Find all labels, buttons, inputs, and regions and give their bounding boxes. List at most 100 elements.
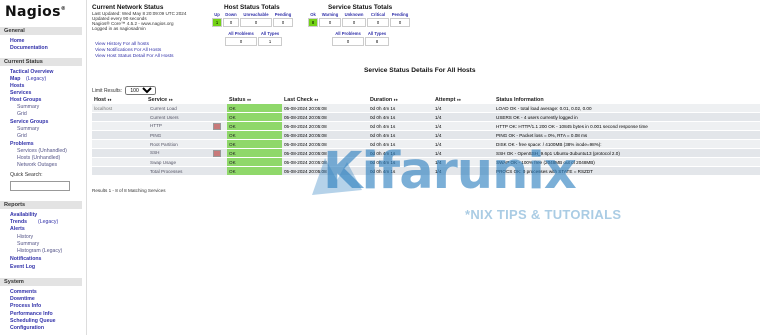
sidebar-item-host-groups-grid[interactable]: Grid: [17, 111, 27, 117]
host-cell[interactable]: [92, 148, 146, 158]
last-check-cell: 05-08-2024 20:05:08: [282, 104, 368, 113]
sidebar-item-documentation[interactable]: Documentation: [10, 45, 48, 51]
sort-last-check-icon[interactable]: ♦♦: [314, 97, 318, 102]
service-all-types-header[interactable]: All Types: [365, 31, 389, 36]
service-name[interactable]: Swap Usage: [150, 160, 176, 165]
sidebar-item-scheduling-queue[interactable]: Scheduling Queue: [10, 318, 56, 324]
host-cell[interactable]: [92, 157, 146, 167]
sidebar-item-service-groups[interactable]: Service Groups: [10, 119, 48, 125]
host-unreachable-header[interactable]: Unreachable: [240, 12, 272, 17]
nagios-logo[interactable]: Nagios®: [5, 4, 66, 20]
service-name[interactable]: PING: [150, 133, 161, 138]
sidebar-item-alerts-history[interactable]: History: [17, 234, 33, 240]
sidebar-item-process-info[interactable]: Process Info: [10, 303, 41, 309]
service-cell[interactable]: Swap Usage: [146, 157, 227, 167]
sidebar-item-tactical-overview[interactable]: Tactical Overview: [10, 69, 53, 75]
sidebar-item-service-groups-summary[interactable]: Summary: [17, 126, 39, 132]
sidebar-item-performance-info[interactable]: Performance Info: [10, 311, 53, 317]
host-down-header[interactable]: Down: [223, 12, 239, 17]
service-cell[interactable]: HTTP: [146, 121, 227, 131]
sidebar-item-network-outages[interactable]: Network Outages: [17, 162, 57, 168]
service-cell[interactable]: Current Load: [146, 104, 227, 113]
service-cell[interactable]: PING: [146, 130, 227, 140]
sidebar-item-hosts[interactable]: Hosts: [10, 83, 24, 89]
sort-attempt-icon[interactable]: ♦♦: [457, 97, 461, 102]
sort-status-icon[interactable]: ♦♦: [247, 97, 251, 102]
view-history-link[interactable]: View History For all hosts: [95, 42, 149, 47]
service-cell[interactable]: Current Users: [146, 112, 227, 122]
status-info-cell: PING OK - Packet loss = 0%, RTA = 0.08 m…: [494, 130, 760, 140]
col-duration[interactable]: Duration ♦♦: [368, 96, 433, 104]
quick-search-input[interactable]: [10, 181, 70, 191]
sidebar-item-host-groups[interactable]: Host Groups: [10, 97, 41, 103]
limit-results-select[interactable]: 100: [125, 86, 157, 95]
service-action-icon[interactable]: [213, 122, 221, 130]
service-name[interactable]: Current Load: [150, 106, 177, 111]
sidebar-item-downtime[interactable]: Downtime: [10, 296, 35, 302]
service-pending-header[interactable]: Pending: [390, 12, 410, 17]
service-cell[interactable]: Total Processes: [146, 166, 227, 176]
status-info-cell: LOAD OK - total load average: 0.01, 0.02…: [494, 104, 760, 113]
sidebar-item-alerts[interactable]: Alerts: [10, 226, 25, 232]
status-info-cell: HTTP OK: HTTP/1.1 200 OK - 10845 bytes i…: [494, 121, 760, 131]
service-name[interactable]: Root Partition: [150, 142, 178, 147]
host-pending-count: 0: [273, 18, 293, 27]
sidebar-item-notifications[interactable]: Notifications: [10, 256, 41, 262]
sidebar-item-configuration[interactable]: Configuration: [10, 325, 44, 331]
service-name[interactable]: SSH: [150, 150, 159, 155]
service-cell[interactable]: Root Partition: [146, 139, 227, 149]
host-cell[interactable]: localhost: [92, 104, 146, 113]
service-critical-header[interactable]: Critical: [367, 12, 389, 17]
view-host-status-link[interactable]: View Host Status Detail For All Hosts: [95, 54, 174, 59]
sidebar-item-problems-hosts[interactable]: Hosts (Unhandled): [17, 155, 60, 161]
host-cell[interactable]: [92, 112, 146, 122]
service-unknown-header[interactable]: Unknown: [342, 12, 366, 17]
sort-host-icon[interactable]: ♦♦: [107, 97, 111, 102]
sort-duration-icon[interactable]: ♦♦: [394, 97, 398, 102]
sidebar-item-alerts-summary[interactable]: Summary: [17, 241, 39, 247]
sidebar-item-trends-legacy[interactable]: (Legacy): [38, 219, 58, 225]
service-cell[interactable]: SSH: [146, 148, 227, 158]
service-all-problems-header[interactable]: All Problems: [332, 31, 364, 36]
col-status-label: Status: [229, 97, 246, 103]
service-name[interactable]: Total Processes: [150, 169, 182, 174]
sidebar-item-trends[interactable]: Trends: [10, 219, 27, 225]
host-cell[interactable]: [92, 166, 146, 176]
sidebar-item-home[interactable]: Home: [10, 38, 24, 44]
col-attempt[interactable]: Attempt ♦♦: [433, 96, 494, 104]
host-all-types-header[interactable]: All Types: [258, 31, 282, 36]
host-cell[interactable]: [92, 121, 146, 131]
view-notifications-link[interactable]: View Notifications For All Hosts: [95, 48, 161, 53]
service-name[interactable]: Current Users: [150, 115, 179, 120]
col-status[interactable]: Status ♦♦: [227, 96, 282, 104]
service-critical-count: 0: [367, 18, 389, 27]
sidebar-item-host-groups-summary[interactable]: Summary: [17, 104, 39, 110]
sort-service-icon[interactable]: ♦♦: [169, 97, 173, 102]
host-all-problems-header[interactable]: All Problems: [225, 31, 257, 36]
sidebar-item-comments[interactable]: Comments: [10, 289, 37, 295]
col-last-check[interactable]: Last Check ♦♦: [282, 96, 368, 104]
sidebar-item-problems-services[interactable]: Services (Unhandled): [17, 148, 67, 154]
sidebar-item-service-groups-grid[interactable]: Grid: [17, 133, 27, 139]
service-action-icon[interactable]: [213, 149, 221, 157]
service-ok-header[interactable]: Ok: [308, 12, 318, 17]
host-all-problems-count: 0: [225, 37, 257, 46]
main-content: Current Network Status Last Updated: Wed…: [87, 0, 768, 335]
sidebar-item-map[interactable]: Map: [10, 76, 20, 82]
service-name[interactable]: HTTP: [150, 123, 162, 128]
sidebar-item-event-log[interactable]: Event Log: [10, 264, 35, 270]
sidebar-item-map-legacy[interactable]: (Legacy): [26, 76, 46, 82]
sidebar-item-alerts-histogram[interactable]: Histogram (Legacy): [17, 248, 62, 254]
sidebar-item-problems[interactable]: Problems: [10, 141, 34, 147]
sidebar-item-services[interactable]: Services: [10, 90, 31, 96]
logo-reg: ®: [60, 6, 67, 12]
col-host[interactable]: Host ♦♦: [92, 96, 146, 104]
host-cell[interactable]: [92, 130, 146, 140]
host-up-header[interactable]: Up: [212, 12, 222, 17]
limit-results: Limit Results: 100: [92, 86, 157, 95]
service-warning-header[interactable]: Warning: [319, 12, 341, 17]
col-service[interactable]: Service ♦♦: [146, 96, 227, 104]
host-cell[interactable]: [92, 139, 146, 149]
sidebar-item-availability[interactable]: Availability: [10, 212, 37, 218]
host-pending-header[interactable]: Pending: [273, 12, 293, 17]
